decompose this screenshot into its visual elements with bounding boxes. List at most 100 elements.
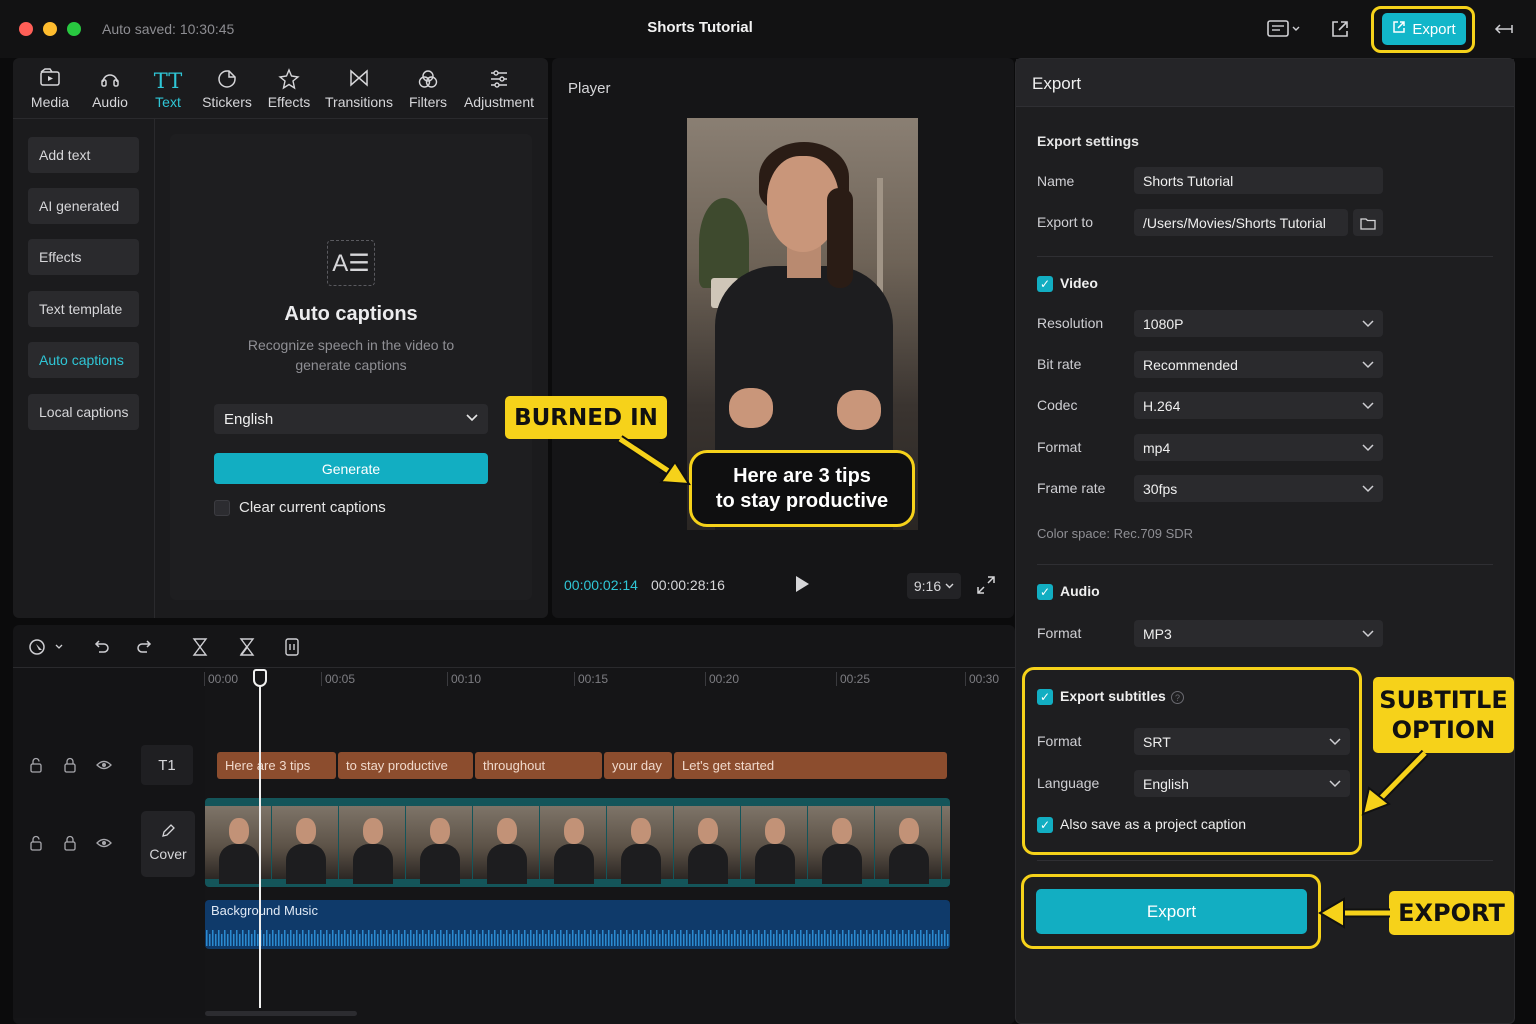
subtitle-option-arrow [1361, 749, 1429, 816]
toolbar-adjustment[interactable]: Adjustment [462, 68, 536, 110]
top-export-button[interactable]: Export [1382, 13, 1466, 45]
export-panel-title: Export [1032, 74, 1082, 93]
video-thumbnail [674, 806, 740, 884]
subtitle-language-select[interactable]: English [1134, 770, 1350, 797]
caption-clip[interactable]: to stay productive [338, 752, 473, 779]
section-divider [1037, 564, 1493, 565]
media-icon [26, 68, 74, 94]
audio-section-label: Audio [1060, 583, 1100, 599]
export-icon [1392, 20, 1406, 38]
caption-language-select[interactable]: English [214, 404, 488, 434]
undo-icon[interactable] [91, 637, 111, 662]
pencil-icon [141, 823, 195, 844]
eye-icon[interactable] [96, 836, 112, 853]
clear-captions-label: Clear current captions [239, 499, 386, 516]
toolbar-audio-label: Audio [92, 94, 128, 110]
subtitle-language-value: English [1143, 775, 1189, 792]
video-format-select[interactable]: mp4 [1134, 434, 1383, 461]
bitrate-select[interactable]: Recommended [1134, 351, 1383, 378]
video-track-clip[interactable] [205, 798, 950, 887]
lock-icon[interactable] [29, 757, 43, 776]
sidebar-item-local-captions[interactable]: Local captions [28, 394, 139, 430]
export-subtitles-label: Export subtitles [1060, 688, 1166, 704]
lock-icon[interactable] [63, 757, 77, 776]
chevron-down-icon [1362, 401, 1374, 409]
aspect-ratio-select[interactable]: 9:16 [907, 573, 961, 599]
current-timecode: 00:00:02:14 [564, 577, 638, 593]
sidebar-item-text-template[interactable]: Text template [28, 291, 139, 327]
toolbar-stickers[interactable]: Stickers [200, 68, 254, 110]
export-callout: EXPORT [1389, 891, 1514, 935]
caption-clip[interactable]: throughout [475, 752, 602, 779]
export-panel-header [1016, 59, 1514, 107]
generate-button[interactable]: Generate [214, 453, 488, 484]
eye-icon[interactable] [96, 758, 112, 775]
folder-icon[interactable] [1353, 209, 1383, 236]
cover-button[interactable]: Cover [141, 811, 195, 877]
caption-clip[interactable]: Here are 3 tips [217, 752, 336, 779]
color-space-note: Color space: Rec.709 SDR [1037, 526, 1194, 541]
share-icon[interactable] [1329, 18, 1351, 45]
caption-language-value: English [224, 410, 274, 428]
video-thumbnail [607, 806, 673, 884]
toolbar-effects[interactable]: Effects [266, 68, 312, 110]
video-format-value: mp4 [1143, 439, 1171, 456]
subtitle-language-label: Language [1037, 775, 1100, 791]
delete-clip-icon[interactable] [283, 637, 301, 662]
timeline-scrollbar[interactable] [205, 1011, 357, 1016]
clear-captions-checkbox[interactable] [214, 500, 230, 516]
select-tool-icon[interactable] [28, 637, 68, 662]
caption-clip[interactable]: your day [604, 752, 672, 779]
burned-in-caption: Here are 3 tips to stay productive [689, 450, 915, 527]
toolbar-media[interactable]: Media [26, 68, 74, 110]
toolbar-transitions[interactable]: Transitions [324, 68, 394, 110]
playhead[interactable] [259, 680, 261, 1008]
video-thumbnail [540, 806, 606, 884]
video-thumbnail [406, 806, 472, 884]
resolution-select[interactable]: 1080P [1134, 310, 1383, 337]
layout-menu-icon[interactable] [1267, 18, 1301, 45]
play-button[interactable] [796, 576, 809, 592]
video-thumbnail [473, 806, 539, 884]
video-thumbnail [205, 806, 271, 884]
redo-icon[interactable] [135, 637, 155, 662]
burned-in-arrow [617, 435, 691, 486]
sidebar-item-auto-captions[interactable]: Auto captions [28, 342, 139, 378]
collapse-panel-icon[interactable] [1494, 20, 1514, 43]
stickers-icon [200, 68, 254, 94]
export-path-input[interactable]: /Users/Movies/Shorts Tutorial [1134, 209, 1348, 236]
export-button[interactable]: Export [1036, 889, 1307, 934]
sidebar-item-effects[interactable]: Effects [28, 239, 139, 275]
sidebar-item-ai-generated[interactable]: AI generated [28, 188, 139, 224]
video-format-label: Format [1037, 439, 1082, 455]
toolbar-text[interactable]: TT Text [149, 68, 187, 110]
audio-track-label: Background Music [211, 903, 318, 918]
toolbar-filters[interactable]: Filters [406, 68, 450, 110]
aspect-ratio-value: 9:16 [913, 578, 942, 594]
video-checkbox[interactable]: ✓ [1037, 276, 1053, 292]
framerate-select[interactable]: 30fps [1134, 475, 1383, 502]
name-input[interactable]: Shorts Tutorial [1134, 167, 1383, 194]
audio-format-value: MP3 [1143, 625, 1172, 642]
playhead-handle[interactable] [253, 669, 267, 687]
split-icon[interactable] [190, 637, 210, 662]
caption-clip[interactable]: Let's get started [674, 752, 947, 779]
fullscreen-icon[interactable] [976, 575, 996, 600]
toolbar-audio[interactable]: Audio [88, 68, 132, 110]
sidebar-item-add-text[interactable]: Add text [28, 137, 139, 173]
split-left-icon[interactable] [237, 637, 257, 662]
lock-icon[interactable] [29, 835, 43, 854]
chevron-down-icon [466, 413, 478, 425]
video-thumbnail [741, 806, 807, 884]
audio-format-select[interactable]: MP3 [1134, 620, 1383, 647]
also-save-caption-checkbox[interactable]: ✓ [1037, 817, 1053, 833]
codec-select[interactable]: H.264 [1134, 392, 1383, 419]
export-subtitles-checkbox[interactable]: ✓ [1037, 689, 1053, 705]
audio-mute-icon[interactable] [63, 835, 77, 854]
ruler-tick: 00:20 [705, 672, 739, 686]
export-arrow [1318, 897, 1390, 929]
help-icon[interactable]: ? [1171, 691, 1184, 704]
export-settings-title: Export settings [1037, 133, 1139, 149]
audio-checkbox[interactable]: ✓ [1037, 584, 1053, 600]
subtitle-format-select[interactable]: SRT [1134, 728, 1350, 755]
